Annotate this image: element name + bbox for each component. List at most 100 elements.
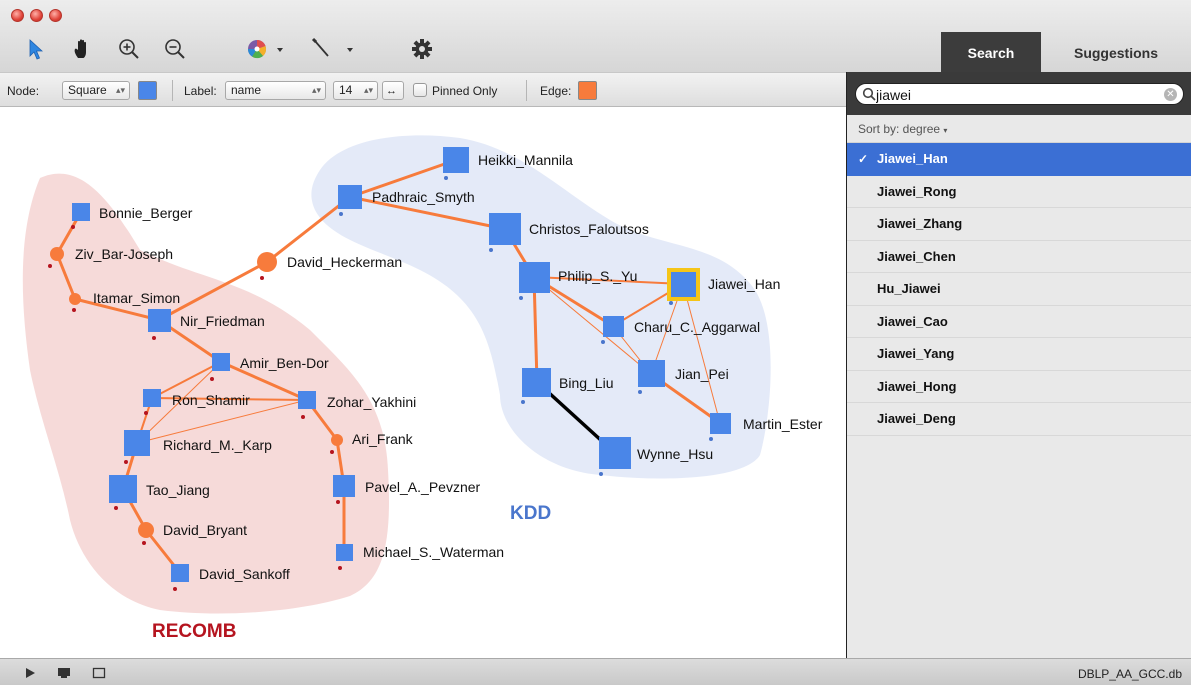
tab-suggestions[interactable]: Suggestions xyxy=(1041,32,1191,72)
node-richard-karp[interactable] xyxy=(124,430,150,456)
pan-tool[interactable] xyxy=(70,36,96,62)
node-label: Jiawei_Han xyxy=(708,276,781,292)
node-nir-friedman[interactable] xyxy=(148,309,171,332)
search-result-item[interactable]: Jiawei_Zhang xyxy=(847,208,1191,241)
node-michael-waterman[interactable] xyxy=(336,544,353,561)
clear-search-icon[interactable]: ✕ xyxy=(1164,88,1177,101)
search-result-label: Jiawei_Chen xyxy=(877,248,956,264)
search-result-item[interactable]: Jiawei_Deng xyxy=(847,403,1191,436)
edge-tool[interactable] xyxy=(310,36,360,62)
node-label: David_Bryant xyxy=(163,522,248,538)
sort-by-dropdown[interactable]: Sort by: degree ▾ xyxy=(847,115,1191,143)
node-marker xyxy=(330,450,334,454)
font-size-select[interactable]: 14 ▴▾ xyxy=(333,81,378,100)
node-heikki-mannila[interactable] xyxy=(443,147,469,173)
node-david-bryant[interactable] xyxy=(138,522,154,538)
node-padhraic-smyth[interactable] xyxy=(338,185,362,209)
node-ziv-bar-joseph[interactable] xyxy=(50,247,64,261)
zoom-in-tool[interactable] xyxy=(116,36,142,62)
node-wynne-hsu[interactable] xyxy=(599,437,631,469)
node-ari-frank[interactable] xyxy=(331,434,343,446)
hand-icon xyxy=(74,39,86,58)
zoom-window-button[interactable] xyxy=(49,9,62,22)
tab-search[interactable]: Search xyxy=(941,32,1041,72)
node-jiawei-han[interactable] xyxy=(671,272,696,297)
pen-icon xyxy=(311,37,329,57)
node-label: Itamar_Simon xyxy=(93,290,181,306)
node-jian-pei[interactable] xyxy=(638,360,665,387)
window-icon[interactable] xyxy=(92,667,106,679)
search-result-item[interactable]: Jiawei_Yang xyxy=(847,338,1191,371)
node-tao-jiang[interactable] xyxy=(109,475,137,503)
node-marker xyxy=(519,296,523,300)
node-label: Tao_Jiang xyxy=(146,482,210,498)
status-bar: DBLP_AA_GCC.db xyxy=(0,658,1191,685)
node-ron-shamir[interactable] xyxy=(143,389,161,407)
search-result-item[interactable]: Jiawei_Chen xyxy=(847,241,1191,273)
node-label: Wynne_Hsu xyxy=(637,446,714,462)
play-icon[interactable] xyxy=(24,667,36,679)
search-result-item[interactable]: Jiawei_Hong xyxy=(847,371,1191,403)
zoom-out-icon xyxy=(165,39,185,59)
console-icon[interactable] xyxy=(57,667,71,679)
node-label: Charu_C._Aggarwal xyxy=(634,319,761,335)
color-wheel-icon xyxy=(247,39,267,59)
node-marker xyxy=(124,460,128,464)
node-zohar-yakhini[interactable] xyxy=(298,391,316,409)
settings-tool[interactable] xyxy=(409,36,435,62)
cluster-label-kdd: KDD xyxy=(510,503,552,524)
database-name: DBLP_AA_GCC.db xyxy=(1077,667,1182,681)
search-result-item[interactable]: Hu_Jiawei xyxy=(847,273,1191,306)
node-label: Bonnie_Berger xyxy=(99,205,193,221)
node-itamar-simon[interactable] xyxy=(69,293,81,305)
zoom-out-tool[interactable] xyxy=(162,36,188,62)
node-label: Ron_Shamir xyxy=(172,392,250,408)
node-martin-ester[interactable] xyxy=(710,413,731,434)
node-shape-select[interactable]: Square ▴▾ xyxy=(62,81,130,100)
search-results: Sort by: degree ▾ ✓ Jiawei_Han Jiawei_Rong… xyxy=(847,115,1191,658)
color-tool[interactable] xyxy=(246,36,290,62)
search-result-item[interactable]: Jiawei_Rong xyxy=(847,176,1191,208)
node-marker xyxy=(638,390,642,394)
node-bing-liu[interactable] xyxy=(522,368,551,397)
node-amir-ben-dor[interactable] xyxy=(212,353,230,371)
node-label: Heikki_Mannila xyxy=(478,152,573,168)
node-marker xyxy=(444,176,448,180)
edge-color-swatch[interactable] xyxy=(578,81,597,100)
pointer-tool[interactable] xyxy=(24,36,46,62)
node-charu-aggarwal[interactable] xyxy=(603,316,624,337)
search-result-label: Jiawei_Cao xyxy=(877,313,948,329)
divider xyxy=(172,80,173,101)
divider xyxy=(526,80,527,101)
sort-by-label: Sort by: degree xyxy=(858,122,941,136)
search-field[interactable]: ✕ xyxy=(855,83,1184,105)
node-shape-value: Square xyxy=(68,83,107,97)
graph-canvas[interactable]: Bonnie_Berger Ziv_Bar-Joseph Itamar_Simo… xyxy=(0,107,846,658)
node-david-heckerman[interactable] xyxy=(257,252,277,272)
node-marker xyxy=(72,308,76,312)
label-field-select[interactable]: name ▴▾ xyxy=(225,81,326,100)
edge-label: Edge: xyxy=(540,84,572,98)
node-label: Philip_S._Yu xyxy=(558,268,638,284)
search-result-label: Hu_Jiawei xyxy=(877,281,941,296)
node-pavel-pevzner[interactable] xyxy=(333,475,355,497)
label-width-button[interactable]: ↔ xyxy=(382,81,404,100)
node-marker xyxy=(709,437,713,441)
search-input[interactable] xyxy=(876,86,1156,103)
node-david-sankoff[interactable] xyxy=(171,564,189,582)
node-bonnie-berger[interactable] xyxy=(72,203,90,221)
dropdown-arrow-icon xyxy=(347,48,353,52)
node-marker xyxy=(210,377,214,381)
search-result-item[interactable]: Jiawei_Cao xyxy=(847,306,1191,338)
cluster-label-recomb: RECOMB xyxy=(152,621,237,642)
node-color-swatch[interactable] xyxy=(138,81,157,100)
pinned-only-checkbox[interactable] xyxy=(413,83,427,97)
close-window-button[interactable] xyxy=(11,9,24,22)
node-philip-yu[interactable] xyxy=(519,262,550,293)
node-christos-faloutsos[interactable] xyxy=(489,213,521,245)
search-result-item[interactable]: ✓ Jiawei_Han xyxy=(847,143,1191,176)
node-label: Ziv_Bar-Joseph xyxy=(75,246,174,262)
node-marker xyxy=(336,500,340,504)
minimize-window-button[interactable] xyxy=(30,9,43,22)
node-marker xyxy=(339,212,343,216)
